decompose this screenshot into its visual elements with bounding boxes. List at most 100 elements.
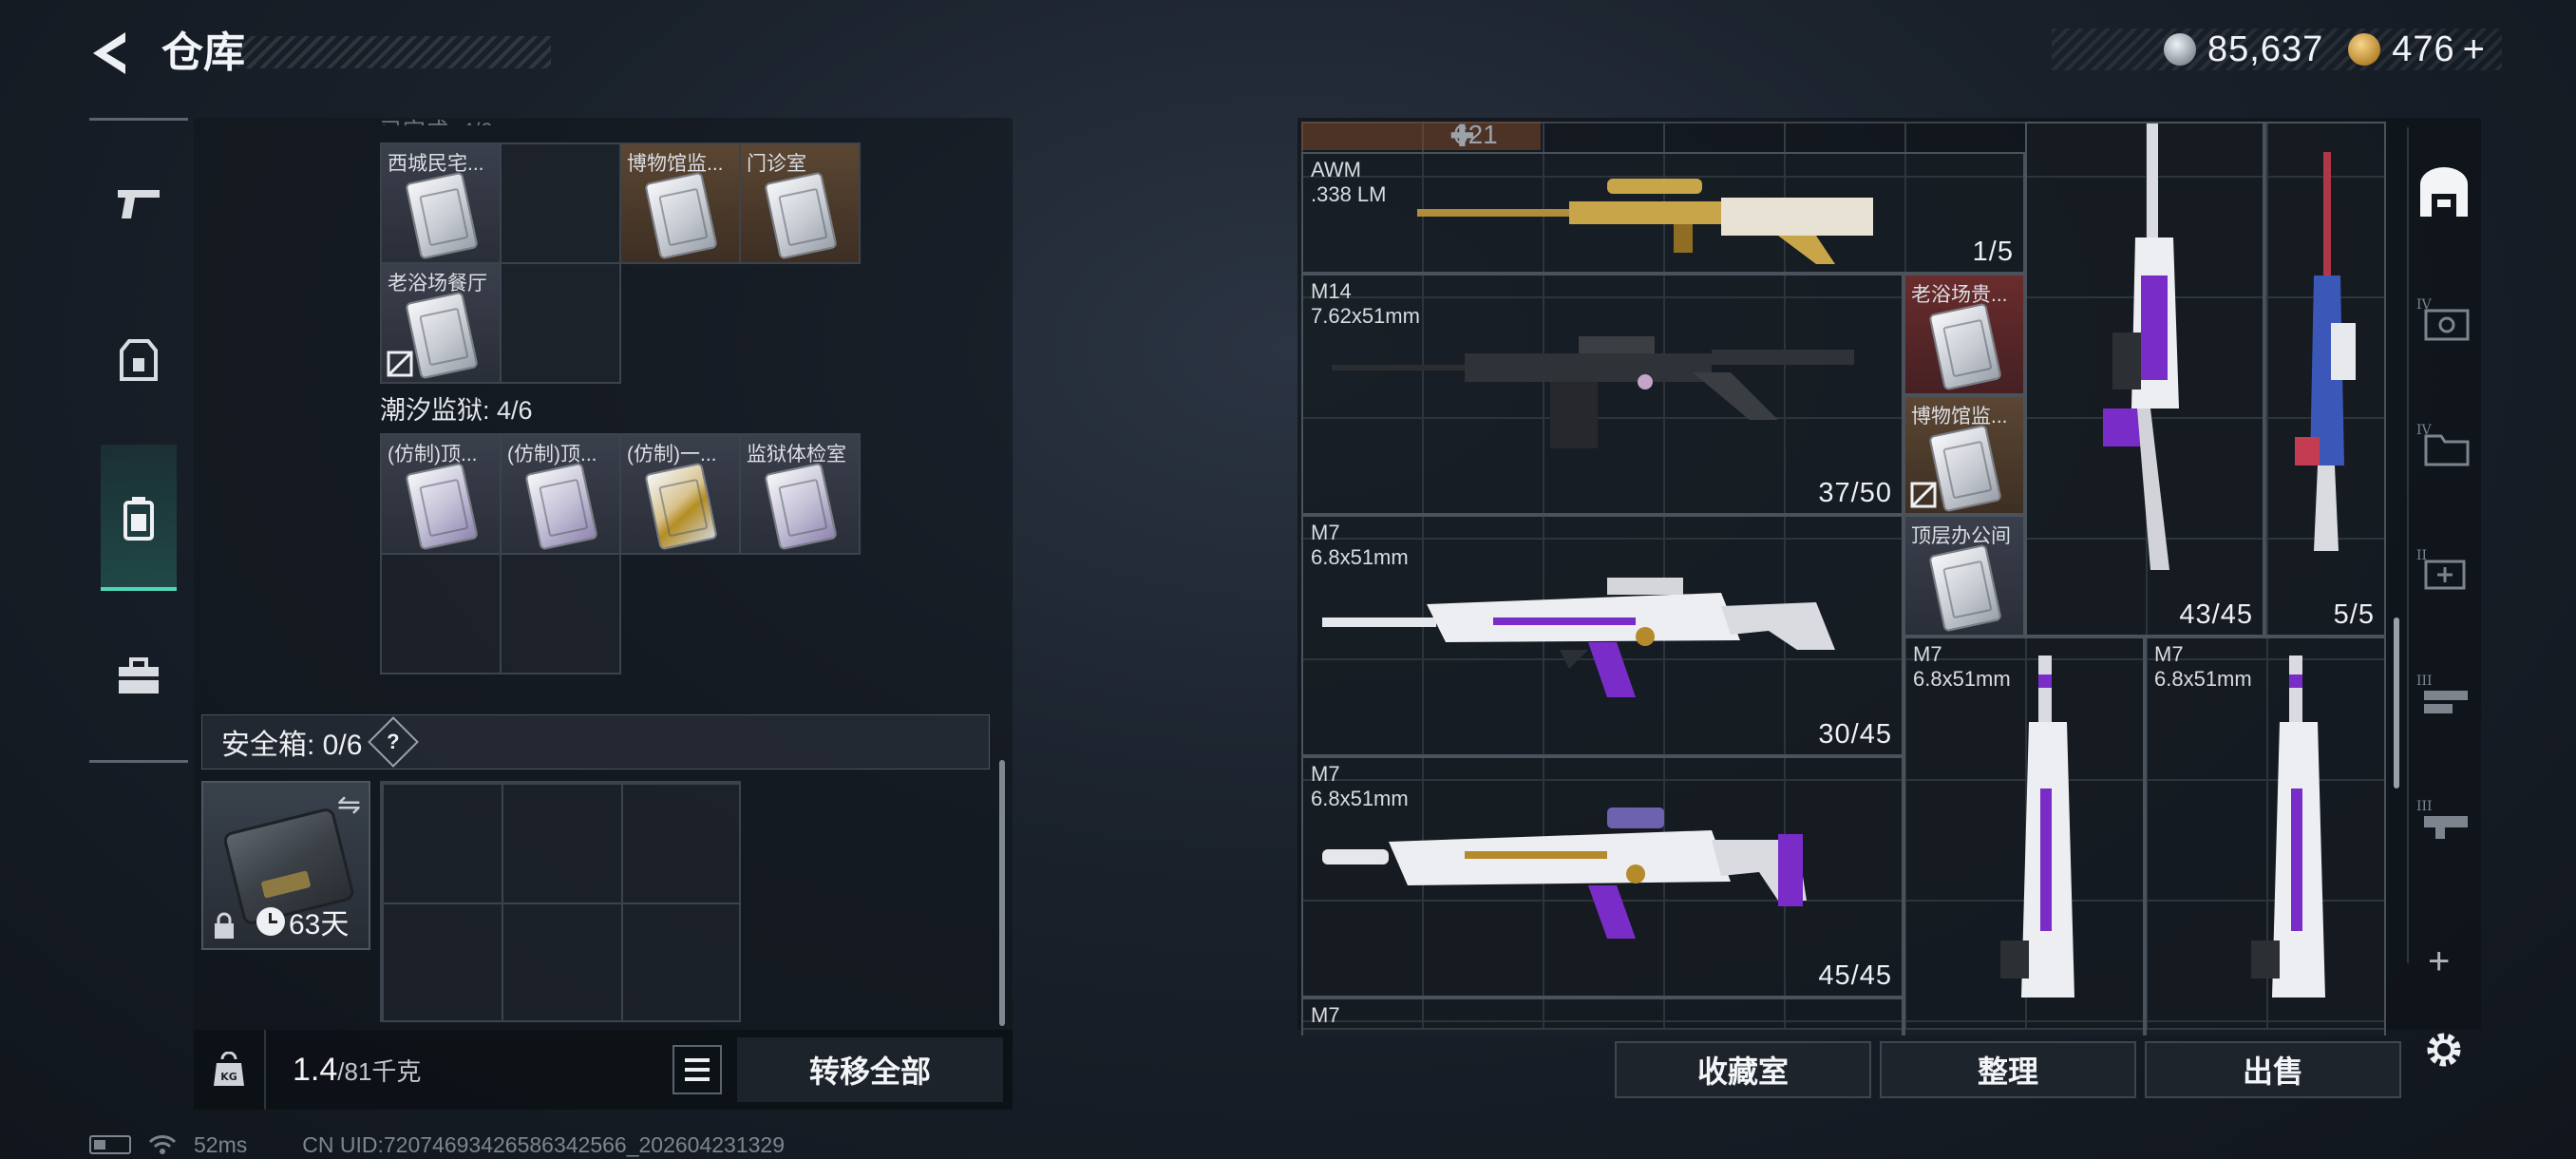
item-label: 顶层办公间 — [1911, 525, 2011, 547]
svg-text:KG: KG — [220, 1071, 237, 1083]
weapon-slot-m14[interactable]: M14 7.62x51mm 37/50 — [1301, 274, 1904, 515]
tier-iv-case-icon: IV — [2416, 297, 2470, 341]
weapon-slot-m7-partial[interactable]: M7 — [1301, 998, 1904, 1036]
svg-text:III: III — [2416, 799, 2433, 814]
rifle-vertical-icon — [2251, 656, 2325, 998]
armor-icon — [120, 339, 158, 381]
backpack-item-card[interactable]: 门诊室 — [739, 142, 861, 264]
gold-coin-icon — [2348, 33, 2381, 66]
warehouse-icon — [2420, 167, 2468, 217]
backpack-item-card[interactable]: 监狱体检室 — [739, 433, 861, 555]
tier-iii-attachment-icon: III — [2416, 799, 2468, 839]
backpack-item-card[interactable]: (仿制)顶... — [380, 433, 502, 555]
swap-icon[interactable]: ⇋ — [337, 788, 361, 822]
backpack-scrollbar[interactable] — [999, 760, 1005, 1026]
filter-tier4-gear-button[interactable]: IV — [2413, 287, 2475, 350]
transfer-all-button[interactable]: 转移全部 — [737, 1037, 1003, 1102]
safebox-case-slot[interactable]: ⇋ 63天 — [201, 781, 370, 950]
backpack-empty-slot[interactable] — [380, 553, 502, 674]
filter-tier4-folder-button[interactable]: IV — [2413, 412, 2475, 475]
section-header-partial: 已完成: 4/6 — [380, 112, 493, 125]
item-label: 监狱体检室 — [747, 444, 846, 466]
item-label: 博物馆监... — [627, 153, 724, 175]
weapon-slot-m7[interactable]: M7 6.8x51mm 30/45 — [1301, 515, 1904, 756]
weapon-name: M14 — [1311, 279, 1352, 303]
backpack-item-card[interactable]: (仿制)一... — [619, 433, 741, 555]
weapon-name: AWM — [1311, 158, 1361, 181]
filter-tier2-medkit-button[interactable]: II — [2413, 538, 2475, 600]
help-icon: ? — [387, 729, 401, 753]
list-view-button[interactable] — [672, 1045, 722, 1094]
assault-rifle-icon — [1322, 578, 1835, 697]
weapon-slot-awm[interactable]: AWM .338 LM 1/5 — [1301, 152, 2025, 274]
safebox-grid[interactable] — [380, 781, 741, 1022]
weapon-name: M7 — [1311, 762, 1340, 786]
item-label: 博物馆监... — [1911, 406, 2008, 428]
battery-icon — [89, 1135, 131, 1154]
backpack-empty-slot[interactable] — [500, 553, 621, 674]
uid-text: CN UID:72074693426586342566_202604231329 — [302, 1131, 785, 1157]
weapon-durability: 45/45 — [1818, 960, 1892, 991]
item-label: 老浴场餐厅 — [388, 273, 487, 294]
weight-bar: KG 1.4/81千克 转移全部 — [194, 1030, 1013, 1110]
tier-iii-ammo-icon: III — [2416, 674, 2468, 713]
rail-backpack-button[interactable] — [101, 481, 177, 557]
stash-item-card[interactable]: 博物馆监... — [1904, 395, 2025, 515]
gear-icon[interactable] — [2420, 1026, 2468, 1074]
weapon-slot-m7[interactable]: M7 6.8x51mm 45/45 — [1301, 756, 1904, 998]
keycard-icon — [764, 462, 838, 551]
item-label: 门诊室 — [747, 153, 806, 175]
backpack-empty-slot[interactable] — [500, 142, 621, 264]
add-currency-button[interactable]: + — [2463, 28, 2485, 71]
weapon-slot-m7-vertical[interactable]: M7 6.8x51mm — [1904, 636, 2145, 1036]
keycard-icon — [405, 291, 479, 380]
weapon-durability: 37/50 — [1818, 478, 1892, 508]
weapon-name: M7 — [1311, 521, 1340, 544]
sell-button[interactable]: 出售 — [2145, 1041, 2401, 1098]
backpack-item-card[interactable]: 老浴场餐厅 — [380, 262, 502, 384]
stash-scrollbar[interactable] — [2394, 618, 2399, 788]
keycard-icon — [1928, 424, 2002, 513]
title-stripe-decoration — [237, 36, 551, 68]
keycard-icon — [1928, 302, 2002, 391]
item-label: (仿制)顶... — [507, 444, 597, 466]
weight-icon: KG — [194, 1030, 266, 1110]
backpack-item-card[interactable]: 博物馆监... — [619, 142, 741, 264]
stash-item-card[interactable]: 老浴场贵... — [1904, 274, 2025, 395]
battle-rifle-icon — [1332, 336, 1854, 448]
safebox-label: 安全箱: 0/6 — [221, 730, 363, 761]
weapon-name: M7 — [1311, 1003, 1340, 1027]
filter-tier3-ammo-button[interactable]: III — [2413, 663, 2475, 726]
back-button[interactable] — [84, 27, 137, 80]
add-filter-button[interactable]: + — [2428, 940, 2450, 983]
weapon-caliber: .338 LM — [1311, 182, 1387, 206]
keycard-icon — [524, 462, 598, 551]
no-transfer-icon — [1910, 482, 1937, 508]
weapon-slot-vertical-2[interactable]: 5/5 — [2264, 122, 2386, 636]
rail-divider-bottom — [89, 760, 188, 763]
backpack-empty-slot[interactable] — [500, 262, 621, 384]
item-label: (仿制)顶... — [388, 444, 478, 466]
backpack-item-card[interactable]: 西城民宅... — [380, 142, 502, 264]
backpack-item-card[interactable]: (仿制)顶... — [500, 433, 621, 555]
tier-iv-folder-icon: IV — [2416, 423, 2470, 466]
sniper-rifle-blue-icon — [2295, 152, 2356, 551]
keycard-icon — [1928, 543, 2002, 633]
rail-weapons-button[interactable] — [101, 165, 177, 241]
assault-rifle-icon — [1322, 808, 1807, 939]
gold-currency-value: 476 — [2392, 28, 2455, 69]
collection-room-button[interactable]: 收藏室 — [1615, 1041, 1871, 1098]
keycard-icon — [405, 171, 479, 260]
page-title: 仓库 — [161, 29, 245, 76]
case-timer: 63天 — [256, 901, 349, 942]
weapon-slot-m7-vertical[interactable]: M7 6.8x51mm — [2145, 636, 2386, 1036]
stash-top-strip — [1301, 122, 1541, 150]
filter-all-button[interactable] — [2413, 162, 2475, 224]
help-button[interactable]: ? — [368, 716, 420, 768]
filter-tier3-attachment-button[interactable]: III — [2413, 788, 2475, 851]
weapon-slot-vertical-1[interactable]: 43/45 — [2025, 122, 2264, 636]
organize-button[interactable]: 整理 — [1880, 1041, 2136, 1098]
rail-tools-button[interactable] — [101, 638, 177, 714]
rail-armor-button[interactable] — [101, 323, 177, 399]
stash-item-card[interactable]: 顶层办公间 — [1904, 515, 2025, 636]
